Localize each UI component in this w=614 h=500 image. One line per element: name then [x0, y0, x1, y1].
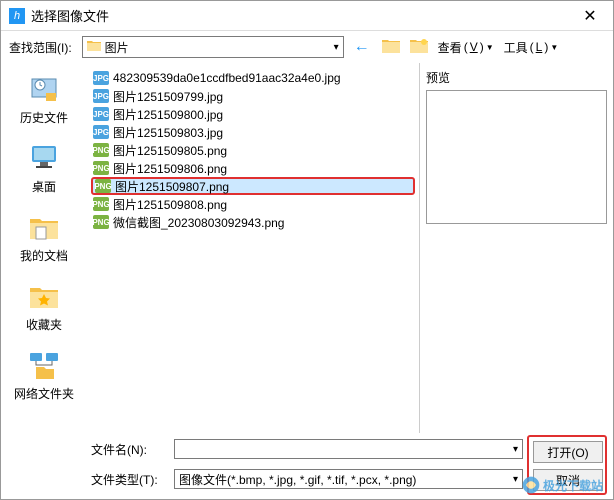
- tools-menu-label: 工具: [504, 39, 528, 56]
- new-folder-button[interactable]: [408, 38, 430, 57]
- png-file-icon: PNG: [93, 161, 109, 175]
- jpg-file-icon: JPG: [93, 89, 109, 103]
- lookin-label: 查找范围(I):: [9, 39, 72, 56]
- filename-input[interactable]: ▾: [174, 439, 523, 459]
- location-text: 图片: [105, 39, 334, 56]
- chevron-down-icon: ▼: [550, 43, 558, 52]
- file-name: 图片1251509803.jpg: [113, 124, 223, 141]
- folder-icon: [87, 40, 101, 55]
- close-button[interactable]: ✕: [575, 6, 605, 26]
- body: 历史文件 桌面 我的文档 收藏夹 网络文件夹 JPG 482309539da0e1…: [1, 63, 613, 433]
- window-title: 选择图像文件: [31, 6, 575, 25]
- file-row[interactable]: PNG 图片1251509807.png: [91, 177, 415, 195]
- chevron-down-icon: ▾: [513, 474, 518, 485]
- file-name: 图片1251509800.jpg: [113, 106, 223, 123]
- jpg-file-icon: JPG: [93, 71, 109, 85]
- view-menu[interactable]: 查看(V)▼: [436, 39, 496, 56]
- filetype-combo[interactable]: 图像文件(*.bmp, *.jpg, *.gif, *.tif, *.pcx, …: [174, 469, 523, 489]
- file-row[interactable]: JPG 图片1251509800.jpg: [91, 105, 415, 123]
- sidebar-item-history[interactable]: 历史文件: [20, 73, 68, 126]
- jpg-file-icon: JPG: [93, 107, 109, 121]
- png-file-icon: PNG: [93, 197, 109, 211]
- preview-label: 预览: [426, 69, 607, 86]
- chevron-down-icon: ▾: [513, 444, 518, 455]
- chevron-down-icon: ▼: [486, 43, 494, 52]
- location-combo[interactable]: 图片 ▾: [82, 36, 344, 58]
- png-file-icon: PNG: [95, 179, 111, 193]
- file-name: 图片1251509805.png: [113, 142, 227, 159]
- sidebar-item-favorites[interactable]: 收藏夹: [26, 280, 62, 333]
- sidebar-item-label: 收藏夹: [26, 316, 62, 333]
- sidebar-item-documents[interactable]: 我的文档: [20, 211, 68, 264]
- file-name: 图片1251509806.png: [113, 160, 227, 177]
- tools-menu[interactable]: 工具(L)▼: [502, 39, 561, 56]
- file-row[interactable]: JPG 图片1251509799.jpg: [91, 87, 415, 105]
- file-row[interactable]: PNG 微信截图_20230803092943.png: [91, 213, 415, 231]
- cancel-button[interactable]: 取消: [533, 469, 603, 491]
- file-row[interactable]: JPG 图片1251509803.jpg: [91, 123, 415, 141]
- file-name: 482309539da0e1ccdfbed91aac32a4e0.jpg: [113, 71, 341, 85]
- file-name: 微信截图_20230803092943.png: [113, 214, 284, 231]
- filename-label: 文件名(N):: [91, 441, 166, 458]
- app-icon: h: [9, 8, 25, 24]
- chevron-down-icon: ▾: [334, 42, 339, 53]
- open-button[interactable]: 打开(O): [533, 441, 603, 463]
- file-name: 图片1251509799.jpg: [113, 88, 223, 105]
- up-folder-button[interactable]: [380, 38, 402, 57]
- jpg-file-icon: JPG: [93, 125, 109, 139]
- filetype-label: 文件类型(T):: [91, 471, 166, 488]
- file-row[interactable]: JPG 482309539da0e1ccdfbed91aac32a4e0.jpg: [91, 69, 415, 87]
- sidebar-item-label: 历史文件: [20, 109, 68, 126]
- file-row[interactable]: PNG 图片1251509806.png: [91, 159, 415, 177]
- titlebar: h 选择图像文件 ✕: [1, 1, 613, 31]
- preview-box: [426, 90, 607, 224]
- sidebar-item-desktop[interactable]: 桌面: [28, 142, 60, 195]
- file-row[interactable]: PNG 图片1251509805.png: [91, 141, 415, 159]
- file-name: 图片1251509808.png: [113, 196, 227, 213]
- png-file-icon: PNG: [93, 215, 109, 229]
- file-name: 图片1251509807.png: [115, 178, 229, 195]
- sidebar: 历史文件 桌面 我的文档 收藏夹 网络文件夹: [1, 63, 87, 433]
- file-dialog: h 选择图像文件 ✕ 查找范围(I): 图片 ▾ ← 查看(V)▼ 工具(L)▼: [0, 0, 614, 500]
- toolbar: 查找范围(I): 图片 ▾ ← 查看(V)▼ 工具(L)▼: [1, 31, 613, 63]
- file-row[interactable]: PNG 图片1251509808.png: [91, 195, 415, 213]
- sidebar-item-label: 网络文件夹: [14, 385, 74, 402]
- file-list[interactable]: JPG482309539da0e1ccdfbed91aac32a4e0.jpgJ…: [87, 63, 419, 433]
- back-button[interactable]: ←: [350, 38, 374, 56]
- png-file-icon: PNG: [93, 143, 109, 157]
- preview-pane: 预览: [419, 63, 613, 433]
- view-menu-label: 查看: [438, 39, 462, 56]
- sidebar-item-network[interactable]: 网络文件夹: [14, 349, 74, 402]
- bottom-area: 文件名(N): ▾ 文件类型(T): 图像文件(*.bmp, *.jpg, *.…: [1, 433, 613, 497]
- sidebar-item-label: 我的文档: [20, 247, 68, 264]
- sidebar-item-label: 桌面: [32, 178, 56, 195]
